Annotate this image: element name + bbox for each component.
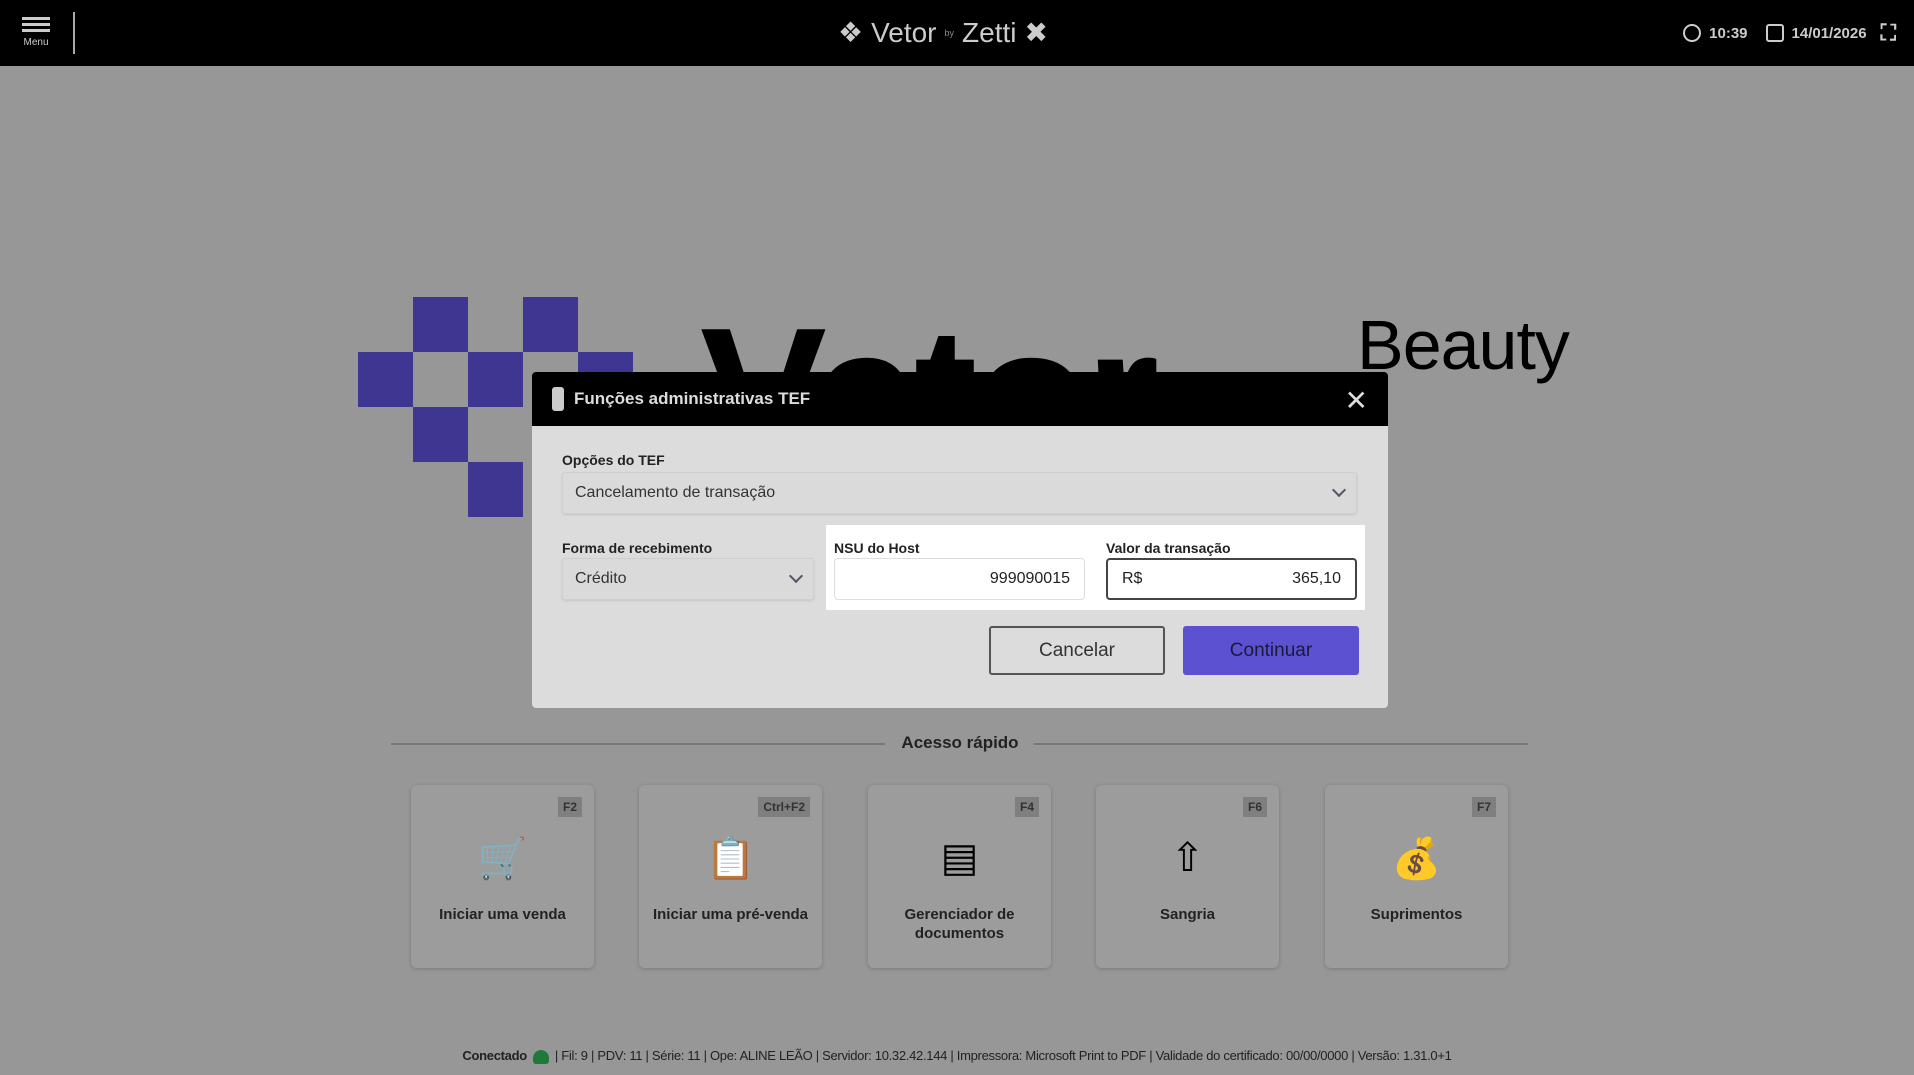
top-bar: Menu ❖ Vetor by Zetti ✖ 10:39 14/01/2026… xyxy=(0,0,1914,66)
divider xyxy=(391,743,885,745)
tef-options-value: Cancelamento de transação xyxy=(575,484,776,501)
time: 10:39 xyxy=(1709,24,1748,42)
currency-prefix: R$ xyxy=(1122,570,1143,587)
quick-access-pre-sale[interactable]: Ctrl+F2 📋 Iniciar uma pré-venda xyxy=(639,785,822,968)
menu-button[interactable]: Menu xyxy=(18,14,54,48)
card-label: Iniciar uma pré-venda xyxy=(652,906,809,923)
divider xyxy=(1034,743,1528,745)
shortcut-badge: F2 xyxy=(557,797,582,817)
clock-icon xyxy=(1683,24,1702,42)
card-label: Suprimentos xyxy=(1370,906,1463,923)
zetti-icon: ✖ xyxy=(1024,17,1048,48)
quick-access-sangria[interactable]: F6 ⇧ Sangria xyxy=(1096,785,1279,968)
dialog-header: Funções administrativas TEF xyxy=(532,372,1388,426)
continue-button[interactable]: Continuar xyxy=(1183,626,1359,675)
payment-method-select[interactable]: Crédito xyxy=(562,558,814,600)
shortcut-badge: F7 xyxy=(1471,797,1496,817)
shortcut-badge: F6 xyxy=(1242,797,1267,817)
tef-admin-dialog: Funções administrativas TEF ✕ Opções do … xyxy=(532,372,1388,708)
date: 14/01/2026 xyxy=(1791,24,1867,42)
divider xyxy=(73,12,75,54)
brand-diamond-icon: ❖ xyxy=(838,17,864,48)
tef-options-label: Opções do TEF xyxy=(562,452,665,468)
cloud-icon xyxy=(532,1049,549,1064)
quick-access-suprimentos[interactable]: F7 💰 Suprimentos xyxy=(1325,785,1508,968)
chevron-down-icon xyxy=(1331,482,1347,498)
brand-by: by xyxy=(944,27,955,38)
close-icon[interactable]: ✕ xyxy=(1345,384,1368,417)
chevron-down-icon xyxy=(788,568,804,584)
fullscreen-icon[interactable]: ⛶ xyxy=(1881,20,1896,46)
amount-label: Valor da transação xyxy=(1106,540,1231,556)
status-info: | Fil: 9 | PDV: 11 | Série: 11 | Ope: AL… xyxy=(554,1048,1452,1063)
dialog-title: Funções administrativas TEF xyxy=(574,389,811,408)
payment-method-value: Crédito xyxy=(575,570,627,587)
card-label: Gerenciador de documentos xyxy=(904,906,1015,942)
quick-access-title: Acesso rápido xyxy=(901,733,1019,752)
tef-options-select[interactable]: Cancelamento de transação xyxy=(562,472,1357,514)
card-terminal-icon xyxy=(552,387,564,411)
brand-right: Zetti xyxy=(962,16,1017,48)
hamburger-icon xyxy=(18,17,54,32)
connection-status: Conectado xyxy=(462,1048,527,1063)
money-out-icon: ⇧ xyxy=(1170,836,1205,880)
payment-method-label: Forma de recebimento xyxy=(562,540,713,556)
status-bar: Conectado | Fil: 9 | PDV: 11 | Série: 11 … xyxy=(0,1048,1914,1064)
nsu-input[interactable]: 999090015 xyxy=(834,558,1085,600)
brand-left: Vetor xyxy=(871,16,937,48)
amount-input[interactable]: R$ 365,10 xyxy=(1106,558,1357,600)
shortcut-badge: F4 xyxy=(1014,797,1039,817)
amount-value: 365,10 xyxy=(1292,570,1341,587)
nsu-value: 999090015 xyxy=(989,570,1070,587)
cart-icon: 🛒 xyxy=(477,837,528,881)
cancel-button[interactable]: Cancelar xyxy=(989,626,1165,675)
menu-label: Menu xyxy=(23,37,49,48)
card-label: Sangria xyxy=(1159,906,1216,923)
quick-access-documents[interactable]: F4 ▤ Gerenciador de documentos xyxy=(868,785,1051,968)
background-logo-suffix: Beauty xyxy=(1357,306,1570,384)
brand-logo: ❖ Vetor by Zetti ✖ xyxy=(838,16,1048,49)
document-tray-icon: ▤ xyxy=(940,836,979,880)
nsu-label: NSU do Host xyxy=(834,540,920,556)
money-bag-icon: 💰 xyxy=(1391,837,1442,881)
shortcut-badge: Ctrl+F2 xyxy=(758,797,810,817)
clipboard-cart-icon: 📋 xyxy=(705,837,756,881)
calendar-icon xyxy=(1765,24,1784,42)
card-label: Iniciar uma venda xyxy=(439,906,566,923)
quick-access-new-sale[interactable]: F2 🛒 Iniciar uma venda xyxy=(411,785,594,968)
